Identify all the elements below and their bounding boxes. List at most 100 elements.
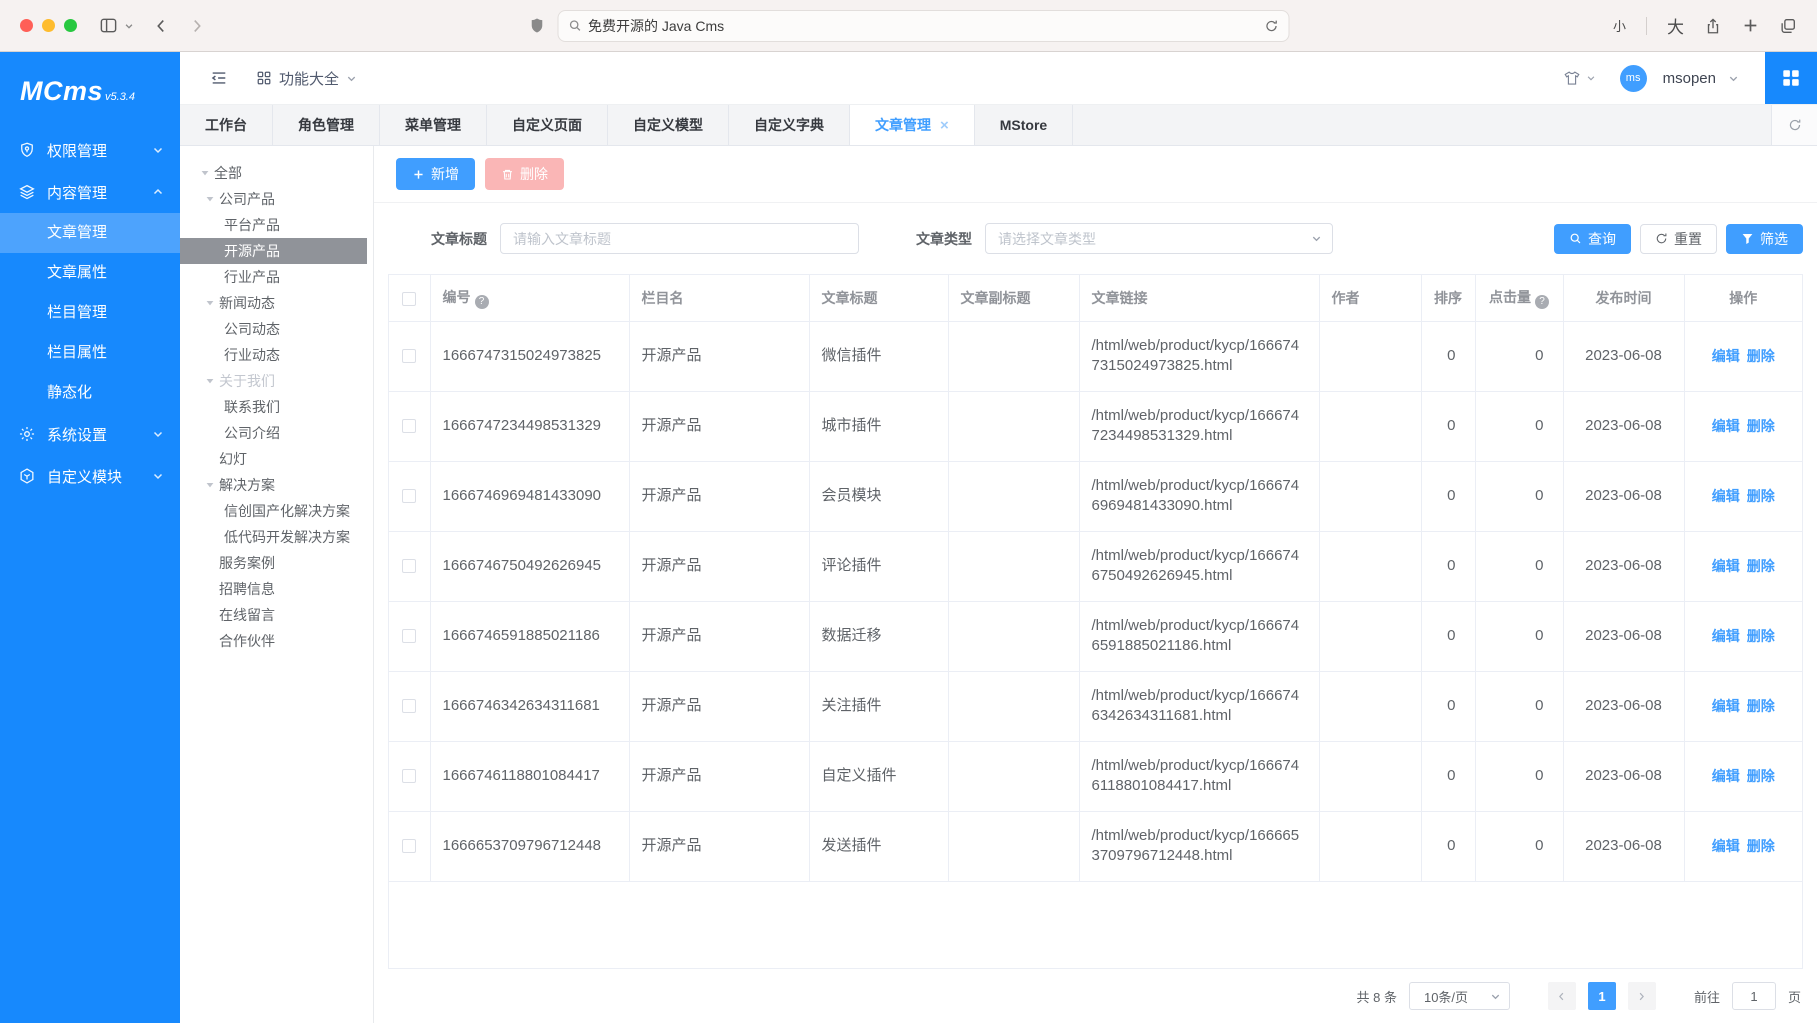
- row-checkbox[interactable]: [402, 839, 416, 853]
- theme-picker[interactable]: [1563, 69, 1596, 87]
- edit-link[interactable]: 编辑: [1712, 838, 1740, 854]
- tree-node[interactable]: 低代码开发解决方案: [180, 524, 373, 550]
- delete-link[interactable]: 删除: [1747, 348, 1775, 364]
- tree-node[interactable]: 平台产品: [180, 212, 373, 238]
- tree-node[interactable]: 新闻动态: [180, 290, 373, 316]
- prev-page-button[interactable]: [1548, 982, 1576, 1010]
- tab[interactable]: 角色管理: [273, 105, 380, 145]
- zoom-window-button[interactable]: [64, 19, 77, 32]
- caret-down-icon[interactable]: [205, 298, 217, 308]
- edit-link[interactable]: 编辑: [1712, 488, 1740, 504]
- tree-node[interactable]: 全部: [180, 160, 373, 186]
- edit-link[interactable]: 编辑: [1712, 558, 1740, 574]
- minimize-window-button[interactable]: [42, 19, 55, 32]
- row-checkbox[interactable]: [402, 629, 416, 643]
- tree-node[interactable]: 公司动态: [180, 316, 373, 342]
- tree-node[interactable]: 服务案例: [180, 550, 373, 576]
- help-icon[interactable]: ?: [1535, 295, 1549, 309]
- tree-node[interactable]: 信创国产化解决方案: [180, 498, 373, 524]
- goto-page-input[interactable]: [1732, 982, 1776, 1010]
- row-checkbox[interactable]: [402, 489, 416, 503]
- tab[interactable]: MStore: [975, 105, 1073, 145]
- tree-node[interactable]: 招聘信息: [180, 576, 373, 602]
- back-icon[interactable]: [152, 17, 170, 35]
- text-zoom-out-button[interactable]: 小: [1613, 16, 1626, 35]
- tree-node[interactable]: 幻灯: [180, 446, 373, 472]
- chevron-down-icon[interactable]: [124, 21, 134, 31]
- edit-link[interactable]: 编辑: [1712, 348, 1740, 364]
- caret-down-icon[interactable]: [200, 168, 212, 178]
- row-checkbox[interactable]: [402, 349, 416, 363]
- delete-link[interactable]: 删除: [1747, 628, 1775, 644]
- add-button[interactable]: 新增: [396, 158, 475, 190]
- forward-icon[interactable]: [188, 17, 206, 35]
- tree-node[interactable]: 关于我们: [180, 368, 373, 394]
- tree-node[interactable]: 公司介绍: [180, 420, 373, 446]
- delete-link[interactable]: 删除: [1747, 838, 1775, 854]
- delete-link[interactable]: 删除: [1747, 418, 1775, 434]
- tab[interactable]: 工作台: [180, 105, 273, 145]
- url-bar[interactable]: 免费开源的 Java Cms: [557, 10, 1289, 42]
- tab[interactable]: 自定义模型: [608, 105, 729, 145]
- tab-overview-icon[interactable]: [1779, 17, 1797, 35]
- tree-node[interactable]: 合作伙伴: [180, 628, 373, 654]
- chevron-down-icon[interactable]: [1728, 73, 1739, 84]
- sidebar-subitem[interactable]: 文章管理: [0, 213, 180, 253]
- sidebar-item[interactable]: 系统设置: [0, 413, 180, 455]
- reload-icon[interactable]: [1264, 19, 1278, 33]
- collapse-sidebar-icon[interactable]: [210, 69, 228, 87]
- type-filter-select[interactable]: 请选择文章类型: [985, 223, 1333, 254]
- tree-node[interactable]: 解决方案: [180, 472, 373, 498]
- new-tab-icon[interactable]: [1742, 17, 1759, 34]
- tree-node[interactable]: 联系我们: [180, 394, 373, 420]
- delete-link[interactable]: 删除: [1747, 768, 1775, 784]
- caret-down-icon[interactable]: [205, 194, 217, 204]
- delete-link[interactable]: 删除: [1747, 698, 1775, 714]
- tab-refresh-button[interactable]: [1771, 105, 1817, 145]
- row-checkbox[interactable]: [402, 699, 416, 713]
- tab[interactable]: 文章管理×: [850, 105, 975, 145]
- edit-link[interactable]: 编辑: [1712, 628, 1740, 644]
- sidebar-subitem[interactable]: 文章属性: [0, 253, 180, 293]
- close-icon[interactable]: ×: [940, 118, 949, 133]
- search-button[interactable]: 查询: [1554, 224, 1631, 254]
- browser-sidebar-icon[interactable]: [99, 16, 118, 35]
- select-all-checkbox[interactable]: [402, 292, 416, 306]
- text-zoom-in-button[interactable]: 大: [1667, 13, 1684, 38]
- page-size-select[interactable]: 10条/页: [1409, 982, 1510, 1010]
- reset-button[interactable]: 重置: [1640, 224, 1717, 254]
- delete-button[interactable]: 删除: [485, 158, 564, 190]
- tree-node[interactable]: 公司产品: [180, 186, 373, 212]
- close-window-button[interactable]: [20, 19, 33, 32]
- tree-node[interactable]: 行业产品: [180, 264, 373, 290]
- tab[interactable]: 自定义字典: [729, 105, 850, 145]
- feature-menu[interactable]: 功能大全: [256, 68, 357, 89]
- delete-link[interactable]: 删除: [1747, 488, 1775, 504]
- sidebar-item[interactable]: 内容管理: [0, 171, 180, 213]
- edit-link[interactable]: 编辑: [1712, 418, 1740, 434]
- sidebar-subitem[interactable]: 栏目属性: [0, 333, 180, 373]
- tree-node[interactable]: 行业动态: [180, 342, 373, 368]
- caret-down-icon[interactable]: [205, 480, 217, 490]
- tree-node[interactable]: 开源产品: [180, 238, 367, 264]
- avatar[interactable]: ms: [1620, 65, 1647, 92]
- row-checkbox[interactable]: [402, 559, 416, 573]
- edit-link[interactable]: 编辑: [1712, 698, 1740, 714]
- tree-node[interactable]: 在线留言: [180, 602, 373, 628]
- share-icon[interactable]: [1704, 17, 1722, 35]
- privacy-shield-icon[interactable]: [528, 17, 545, 34]
- row-checkbox[interactable]: [402, 419, 416, 433]
- filter-button[interactable]: 筛选: [1726, 224, 1803, 254]
- delete-link[interactable]: 删除: [1747, 558, 1775, 574]
- sidebar-subitem[interactable]: 静态化: [0, 373, 180, 413]
- tab[interactable]: 菜单管理: [380, 105, 487, 145]
- next-page-button[interactable]: [1628, 982, 1656, 1010]
- row-checkbox[interactable]: [402, 769, 416, 783]
- page-number[interactable]: 1: [1588, 982, 1616, 1010]
- sidebar-subitem[interactable]: 栏目管理: [0, 293, 180, 333]
- edit-link[interactable]: 编辑: [1712, 768, 1740, 784]
- sidebar-item[interactable]: 自定义模块: [0, 455, 180, 497]
- apps-grid-button[interactable]: [1765, 52, 1817, 104]
- caret-down-icon[interactable]: [205, 376, 217, 386]
- help-icon[interactable]: ?: [475, 295, 489, 309]
